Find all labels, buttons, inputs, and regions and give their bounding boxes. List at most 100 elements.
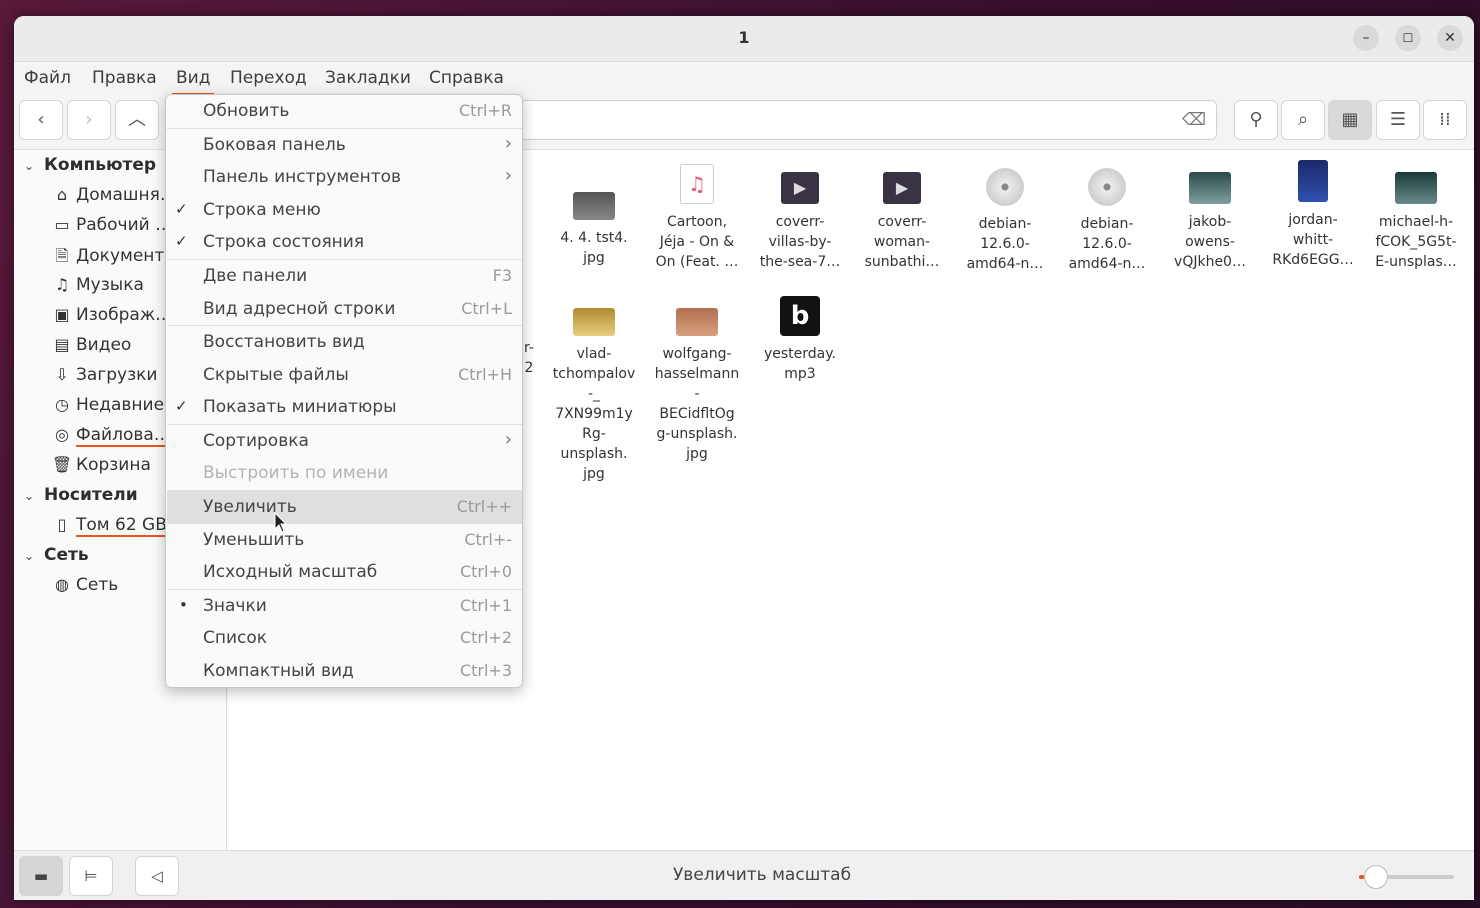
checkmark-icon: ✓ <box>175 397 188 415</box>
status-text: Увеличить масштаб <box>672 865 852 885</box>
file-item[interactable]: jordan- whitt- RKd6EGG… <box>1263 160 1363 270</box>
minimize-button[interactable]: – <box>1353 25 1379 51</box>
disc-image-icon <box>986 168 1024 206</box>
home-icon: ⌂ <box>56 185 68 204</box>
menu-item-list-view[interactable]: Список Ctrl+2 <box>167 622 522 655</box>
maximize-button[interactable]: ☐ <box>1395 25 1421 51</box>
file-item[interactable]: ▶ coverr- villas-by- the-sea-7… <box>750 172 850 272</box>
menu-item-menubar[interactable]: ✓ Строка меню <box>167 194 522 227</box>
sidebar-item-volume[interactable]: ▯ Том 62 GB <box>48 515 167 537</box>
sidebar-item-pictures[interactable]: ▣ Изображ… <box>48 305 172 325</box>
submenu-arrow-icon: › <box>504 133 512 154</box>
menu-item-sidebar[interactable]: Боковая панель › <box>167 129 522 162</box>
sidebar-item-label: Файлова… <box>76 425 171 447</box>
sidebar-item-network[interactable]: ◍ Сеть <box>48 575 118 595</box>
menu-item-icons-view[interactable]: • Значки Ctrl+1 <box>167 590 522 623</box>
disc-image-icon <box>1088 168 1126 206</box>
file-item[interactable]: b yesterday. mp3 <box>750 296 850 384</box>
sidebar-item-music[interactable]: ♫ Музыка <box>48 275 144 295</box>
back-button[interactable]: ‹ <box>19 100 63 140</box>
pictures-icon: ▣ <box>54 305 70 324</box>
filesystem-icon: ◎ <box>55 425 69 444</box>
menu-item-show-thumbnails[interactable]: ✓ Показать миниатюры <box>167 391 522 424</box>
file-item[interactable]: michael-h- fCOK_5G5t- E-unsplas… <box>1366 172 1466 272</box>
sidebar-item-filesystem[interactable]: ◎ Файлова… <box>48 425 171 447</box>
menu-item-label: Выстроить по имени <box>203 463 389 483</box>
search-icon: ⌕ <box>1297 109 1309 130</box>
section-label: Сеть <box>44 545 89 565</box>
forward-button[interactable]: › <box>67 100 111 140</box>
file-item[interactable]: 4. 4. tst4. jpg <box>544 172 644 268</box>
address-bar[interactable]: ⌫ <box>519 100 1217 140</box>
view-menu-dropdown: Обновить Ctrl+R Боковая панель › Панель ин… <box>165 94 523 688</box>
file-item[interactable]: ♫ Cartoon, Jéja - On & On (Feat. … <box>647 164 747 272</box>
menu-item-compact-view[interactable]: Компактный вид Ctrl+3 <box>167 655 522 688</box>
menu-item-statusbar[interactable]: ✓ Строка состояния <box>167 226 522 259</box>
menu-file[interactable]: Файл <box>20 68 75 88</box>
file-item[interactable]: ▶ coverr- woman- sunbathi… <box>852 172 952 272</box>
chevron-down-icon: ⌄ <box>24 549 35 563</box>
file-name: coverr- woman- sunbathi… <box>864 214 940 270</box>
checkmark-icon: ✓ <box>175 232 188 250</box>
menu-bookmarks[interactable]: Закладки <box>321 68 415 88</box>
menu-go[interactable]: Переход <box>226 68 311 88</box>
menu-item-hidden-files[interactable]: Скрытые файлы Ctrl+H <box>167 359 522 392</box>
file-item[interactable]: debian- 12.6.0- amd64-n… <box>1057 168 1157 274</box>
menu-item-shortcut: Ctrl+H <box>458 365 512 384</box>
up-button[interactable]: ︿ <box>115 100 159 140</box>
menu-item-label: Вид адресной строки <box>203 299 396 319</box>
sidebar-section-network[interactable]: ⌄ Сеть <box>24 545 89 565</box>
menu-item-dual-pane[interactable]: Две панели F3 <box>167 260 522 293</box>
icon-view-button[interactable]: ▦ <box>1328 100 1372 140</box>
file-item[interactable]: jakob- owens- vQJkhe0… <box>1160 172 1260 272</box>
map-pin-icon: ⚲ <box>1249 109 1263 130</box>
section-label: Носители <box>44 485 138 505</box>
list-view-button[interactable]: ☰ <box>1376 100 1420 140</box>
menu-item-shortcut: Ctrl+L <box>461 299 512 318</box>
sidebar-section-devices[interactable]: ⌄ Носители <box>24 485 138 505</box>
close-button[interactable]: ✕ <box>1437 25 1463 51</box>
status-bar: ▬ ⊨ ◁ Увеличить масштаб <box>14 850 1474 900</box>
sidebar-section-computer[interactable]: ⌄ Компьютер <box>24 155 156 175</box>
sidebar-item-recent[interactable]: ◷ Недавние <box>48 395 164 415</box>
menu-item-normal-size[interactable]: Исходный масштаб Ctrl+0 <box>167 556 522 589</box>
file-item[interactable]: wolfgang- hasselmann - BECidfltOg g-unsp… <box>647 308 747 464</box>
sidebar-item-desktop[interactable]: ▭ Рабочий … <box>48 215 172 235</box>
location-button[interactable]: ⚲ <box>1234 100 1278 140</box>
menu-item-reset-view[interactable]: Восстановить вид <box>167 326 522 359</box>
compact-view-button[interactable]: ⁞⁞ <box>1423 100 1467 140</box>
menu-view[interactable]: Вид <box>172 68 215 96</box>
menu-item-zoom-in[interactable]: Увеличить Ctrl++ <box>167 491 522 524</box>
menu-item-toolbar[interactable]: Панель инструментов › <box>167 161 522 194</box>
menu-item-shortcut: Ctrl+0 <box>459 562 512 581</box>
file-name: wolfgang- hasselmann - BECidfltOg g-unsp… <box>654 346 740 462</box>
sidebar-item-downloads[interactable]: ⇩ Загрузки <box>48 365 157 385</box>
sidebar-item-video[interactable]: ▤ Видео <box>48 335 131 355</box>
image-thumbnail <box>1395 172 1437 204</box>
chevron-down-icon: ⌄ <box>24 159 35 173</box>
zoom-slider[interactable] <box>1359 865 1454 889</box>
search-button[interactable]: ⌕ <box>1281 100 1325 140</box>
sidebar-item-home[interactable]: ⌂ Домашня… <box>48 185 177 205</box>
zoom-slider-knob[interactable] <box>1363 865 1388 889</box>
sidebar-item-documents[interactable]: 🗎 Документы <box>48 245 178 272</box>
file-item[interactable]: debian- 12.6.0- amd64-n… <box>955 168 1055 274</box>
file-item[interactable]: vlad- tchompalov -_ 7XN99m1y Rg- unsplas… <box>544 308 644 484</box>
image-thumbnail <box>573 192 615 220</box>
clear-icon[interactable]: ⌫ <box>1182 110 1206 130</box>
chevron-up-icon: ︿ <box>128 109 146 130</box>
menu-bar: Файл Правка Вид Переход Закладки Справка <box>14 62 1474 96</box>
menu-item-reload[interactable]: Обновить Ctrl+R <box>167 95 522 128</box>
menu-item-location-entry[interactable]: Вид адресной строки Ctrl+L <box>167 293 522 326</box>
sidebar-item-trash[interactable]: 🗑 Корзина <box>48 455 151 475</box>
menu-help[interactable]: Справка <box>425 68 508 88</box>
image-thumbnail <box>573 308 615 336</box>
menu-edit[interactable]: Правка <box>88 68 161 88</box>
menu-item-sort[interactable]: Сортировка › <box>167 425 522 458</box>
mouse-cursor-icon <box>274 512 288 533</box>
grid-icon: ▦ <box>1341 109 1359 130</box>
menu-item-zoom-out[interactable]: Уменьшить Ctrl+- <box>167 524 522 557</box>
menu-item-label: Скрытые файлы <box>203 365 349 385</box>
downloads-icon: ⇩ <box>55 365 69 384</box>
menu-item-shortcut: Ctrl+- <box>464 530 512 549</box>
